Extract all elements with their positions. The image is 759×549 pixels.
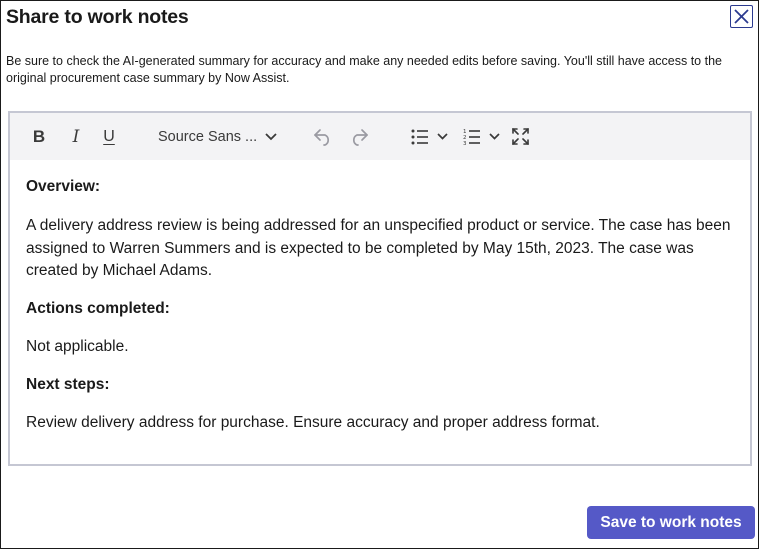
share-dialog: Share to work notes Be sure to check the… [0, 0, 759, 549]
font-family-dropdown[interactable]: Source Sans ... [158, 113, 278, 160]
svg-text:3: 3 [463, 141, 467, 145]
undo-icon [314, 128, 329, 146]
close-icon [734, 9, 749, 24]
editor-content[interactable]: Overview: A delivery address review is b… [26, 177, 741, 433]
redo-icon [353, 128, 368, 146]
italic-button[interactable]: I [65, 113, 87, 160]
numbered-list-button[interactable]: 1 2 3 [458, 113, 504, 160]
save-to-work-notes-button[interactable]: Save to work notes [587, 506, 755, 539]
chevron-down-icon [488, 133, 500, 140]
overview-text: A delivery address review is being addre… [26, 217, 731, 279]
bullet-list-icon [411, 129, 428, 144]
close-button[interactable] [730, 5, 753, 28]
overview-heading: Overview: [26, 178, 101, 195]
chevron-down-icon [436, 133, 448, 140]
next-steps-text: Review delivery address for purchase. En… [26, 413, 600, 431]
redo-button[interactable] [348, 113, 370, 160]
numbered-list-icon: 1 2 3 [463, 129, 480, 145]
dialog-title: Share to work notes [6, 6, 189, 28]
dialog-description: Be sure to check the AI-generated summar… [6, 54, 722, 85]
bold-button[interactable]: B [28, 113, 50, 160]
undo-button[interactable] [312, 113, 334, 160]
fullscreen-icon [511, 128, 529, 145]
fullscreen-button[interactable] [509, 113, 531, 160]
actions-text: Not applicable. [26, 337, 129, 355]
rich-text-editor[interactable]: B I U Source Sans ... 1 2 3 Overview: A … [8, 111, 752, 466]
bullet-list-button[interactable] [406, 113, 452, 160]
editor-toolbar: B I U Source Sans ... 1 2 3 [10, 113, 750, 160]
actions-heading: Actions completed: [26, 299, 170, 317]
font-family-label: Source Sans ... [158, 128, 258, 145]
next-steps-heading: Next steps: [26, 375, 110, 393]
underline-button[interactable]: U [98, 113, 120, 160]
chevron-down-icon [265, 132, 277, 140]
